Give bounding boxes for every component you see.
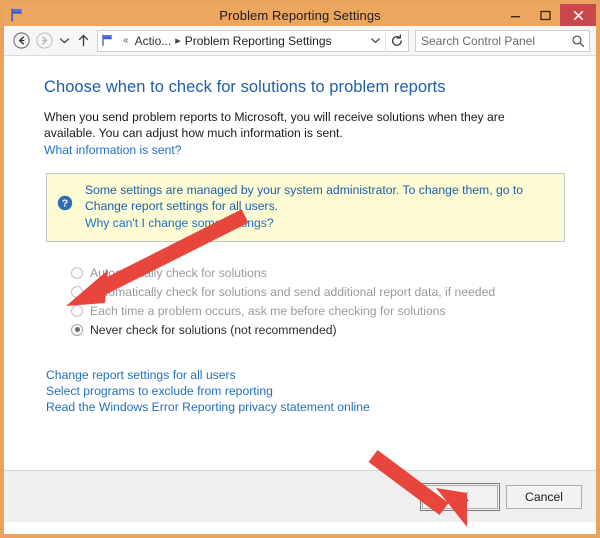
radio-label: Automatically check for solutions and se… [90,284,496,299]
refresh-icon[interactable] [385,29,408,52]
breadcrumb-truncated[interactable]: Actio... [134,34,173,48]
ok-button[interactable]: OK [420,482,500,511]
forward-arrow-icon [35,31,54,50]
navigation-toolbar: « Actio... ▸ Problem Reporting Settings [4,26,596,56]
radio-label: Never check for solutions (not recommend… [90,322,337,337]
problem-reporting-settings-window: Problem Reporting Settings « Actio... ▸ … [0,0,600,538]
radio-mark[interactable] [71,285,83,298]
page-title: Choose when to check for solutions to pr… [44,78,446,96]
radio-mark[interactable] [71,266,83,279]
notice-text: Some settings are managed by your system… [85,183,524,213]
content-area: Choose when to check for solutions to pr… [4,56,596,470]
back-arrow-icon[interactable] [12,31,31,50]
address-flag-icon [98,34,118,47]
breadcrumb-current[interactable]: Problem Reporting Settings [184,34,333,48]
up-arrow-icon[interactable] [75,31,91,50]
flag-icon [6,5,28,25]
title-bar: Problem Reporting Settings [4,4,596,26]
breadcrumb-separator-arrow[interactable]: ▸ [172,34,184,47]
help-circle-icon: ? [57,182,75,216]
related-links: Change report settings for all users Sel… [46,367,570,415]
solution-check-radio-group: Automatically check for solutions Automa… [71,264,570,338]
radio-label: Automatically check for solutions [90,265,267,280]
maximize-icon[interactable] [530,4,560,26]
close-icon[interactable] [560,4,596,26]
cancel-button[interactable]: Cancel [506,484,582,509]
change-report-settings-link[interactable]: Change report settings for all users [46,367,570,383]
address-chevron-down-icon[interactable] [365,36,385,45]
radio-option-ask-me[interactable]: Each time a problem occurs, ask me befor… [71,302,570,319]
intro-text: When you send problem reports to Microso… [44,110,505,140]
search-icon[interactable] [567,34,589,48]
what-information-is-sent-link[interactable]: What information is sent? [44,143,182,157]
address-bar[interactable]: « Actio... ▸ Problem Reporting Settings [97,29,409,52]
breadcrumb-overflow-chevrons[interactable]: « [118,35,134,46]
minimize-icon[interactable] [500,4,530,26]
notice-body: Some settings are managed by your system… [85,182,554,232]
search-input[interactable] [416,33,567,48]
select-programs-to-exclude-link[interactable]: Select programs to exclude from reportin… [46,383,570,399]
window-controls [500,4,596,26]
svg-text:?: ? [62,198,68,210]
dialog-footer: OK Cancel [4,470,596,522]
recent-locations-chevron-down-icon[interactable] [57,31,71,50]
privacy-statement-link[interactable]: Read the Windows Error Reporting privacy… [46,399,570,415]
admin-managed-notice: ? Some settings are managed by your syst… [46,173,565,242]
radio-mark[interactable] [71,323,83,336]
search-box[interactable] [415,29,590,52]
why-cant-i-change-settings-link[interactable]: Why can't I change some settings? [85,216,274,230]
radio-option-automatic-with-data[interactable]: Automatically check for solutions and se… [71,283,570,300]
radio-option-never-check[interactable]: Never check for solutions (not recommend… [71,321,570,338]
radio-mark[interactable] [71,304,83,317]
radio-label: Each time a problem occurs, ask me befor… [90,303,446,318]
radio-option-automatic[interactable]: Automatically check for solutions [71,264,570,281]
